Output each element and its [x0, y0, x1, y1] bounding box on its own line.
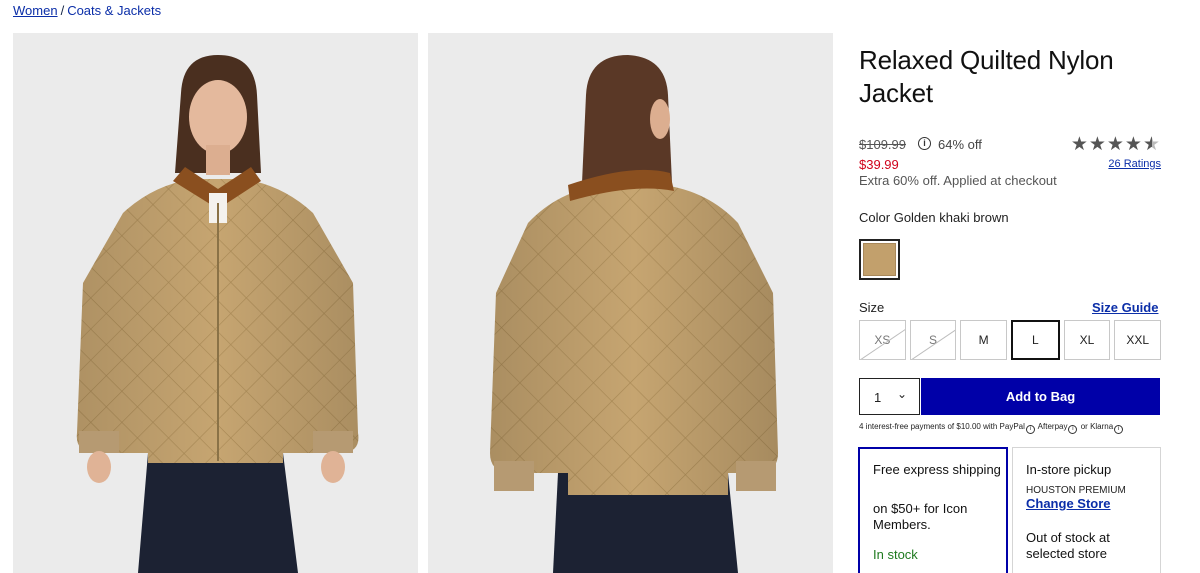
product-info: Relaxed Quilted Nylon Jacket	[859, 44, 1161, 110]
quantity-value: 1	[874, 390, 882, 405]
express-detail: on $50+ for Icon Members.	[873, 501, 968, 532]
size-option-s[interactable]: S	[909, 320, 957, 360]
product-image-front[interactable]	[13, 33, 418, 573]
color-swatch-golden-khaki-brown[interactable]	[859, 239, 900, 280]
installment-note: 4 interest-free payments of $10.00 with …	[859, 422, 1161, 434]
color-label-prefix: Color	[859, 210, 891, 225]
size-option-label: XXL	[1126, 333, 1150, 347]
swatch-fill	[863, 243, 896, 276]
size-guide-link[interactable]: Size Guide	[1092, 300, 1158, 315]
size-option-m[interactable]: M	[960, 320, 1008, 360]
paypal-info-icon[interactable]: i	[1025, 425, 1035, 434]
change-store-link[interactable]: Change Store	[1026, 496, 1111, 511]
original-price: $109.99	[859, 137, 906, 152]
back-model-illustration	[490, 55, 778, 573]
ratings-link[interactable]: 26 Ratings	[1108, 158, 1161, 170]
breadcrumb-separator: /	[60, 3, 65, 18]
klarna-label: Klarna	[1090, 422, 1114, 431]
sale-price: $39.99	[859, 157, 899, 172]
breadcrumb-women-link[interactable]: Women	[13, 3, 58, 18]
size-option-label: M	[978, 333, 989, 347]
size-option-xxl[interactable]: XXL	[1114, 320, 1162, 360]
installment-text: 4 interest-free payments of $10.00 with	[859, 422, 998, 431]
stars-full: ★★★★	[1070, 134, 1143, 155]
price-block: $109.99 i 64% off $39.99 Extra 60% off. …	[859, 134, 1161, 191]
paypal-label: PayPal	[999, 422, 1025, 431]
size-option-label: XL	[1079, 333, 1095, 347]
extra-discount-note: Extra 60% off. Applied at checkout	[859, 173, 1057, 188]
size-label: Size	[859, 300, 885, 315]
size-option-xs[interactable]: XS	[859, 320, 906, 360]
color-label: Color Golden khaki brown	[859, 210, 1009, 225]
or-text: or	[1080, 422, 1088, 431]
breadcrumb-current[interactable]: Coats & Jackets	[67, 3, 161, 18]
discount-percent: 64% off	[938, 137, 982, 152]
size-option-label: L	[1032, 333, 1039, 347]
front-model-illustration	[76, 55, 359, 573]
product-title: Relaxed Quilted Nylon Jacket	[859, 45, 1114, 108]
chevron-down-icon: ⌄	[896, 387, 907, 401]
product-image-back[interactable]	[428, 33, 833, 573]
express-title: Free express shipping	[873, 462, 1001, 477]
size-selector: XS S M L XL XXL	[859, 320, 1162, 360]
pickup-store-name: HOUSTON PREMIUM	[1026, 485, 1126, 496]
size-option-l[interactable]: L	[1011, 320, 1060, 360]
star-rating-icon: ★★★★★	[1071, 133, 1161, 156]
info-icon[interactable]: i	[918, 137, 931, 150]
klarna-info-icon[interactable]: i	[1114, 425, 1124, 434]
color-name: Golden khaki brown	[893, 210, 1009, 225]
add-to-bag-button[interactable]: Add to Bag	[921, 378, 1160, 415]
pickup-title: In-store pickup	[1026, 462, 1112, 477]
express-stock-status: In stock	[873, 547, 918, 562]
afterpay-info-icon[interactable]: i	[1068, 425, 1078, 434]
afterpay-label: Afterpay	[1037, 422, 1068, 431]
shipping-option-express[interactable]: Free express shipping on $50+ for Icon M…	[858, 447, 1008, 573]
breadcrumb: Women / Coats & Jackets	[13, 3, 161, 18]
size-option-label: XS	[874, 333, 891, 347]
star-half-icon: ★	[1142, 134, 1161, 155]
pickup-stock-status: Out of stock at selected store	[1026, 530, 1110, 561]
size-option-label: S	[929, 333, 938, 347]
size-option-xl[interactable]: XL	[1063, 320, 1111, 360]
shipping-option-pickup[interactable]: In-store pickup HOUSTON PREMIUM Change S…	[1012, 447, 1161, 573]
quantity-select[interactable]: 1 ⌄	[859, 378, 920, 415]
